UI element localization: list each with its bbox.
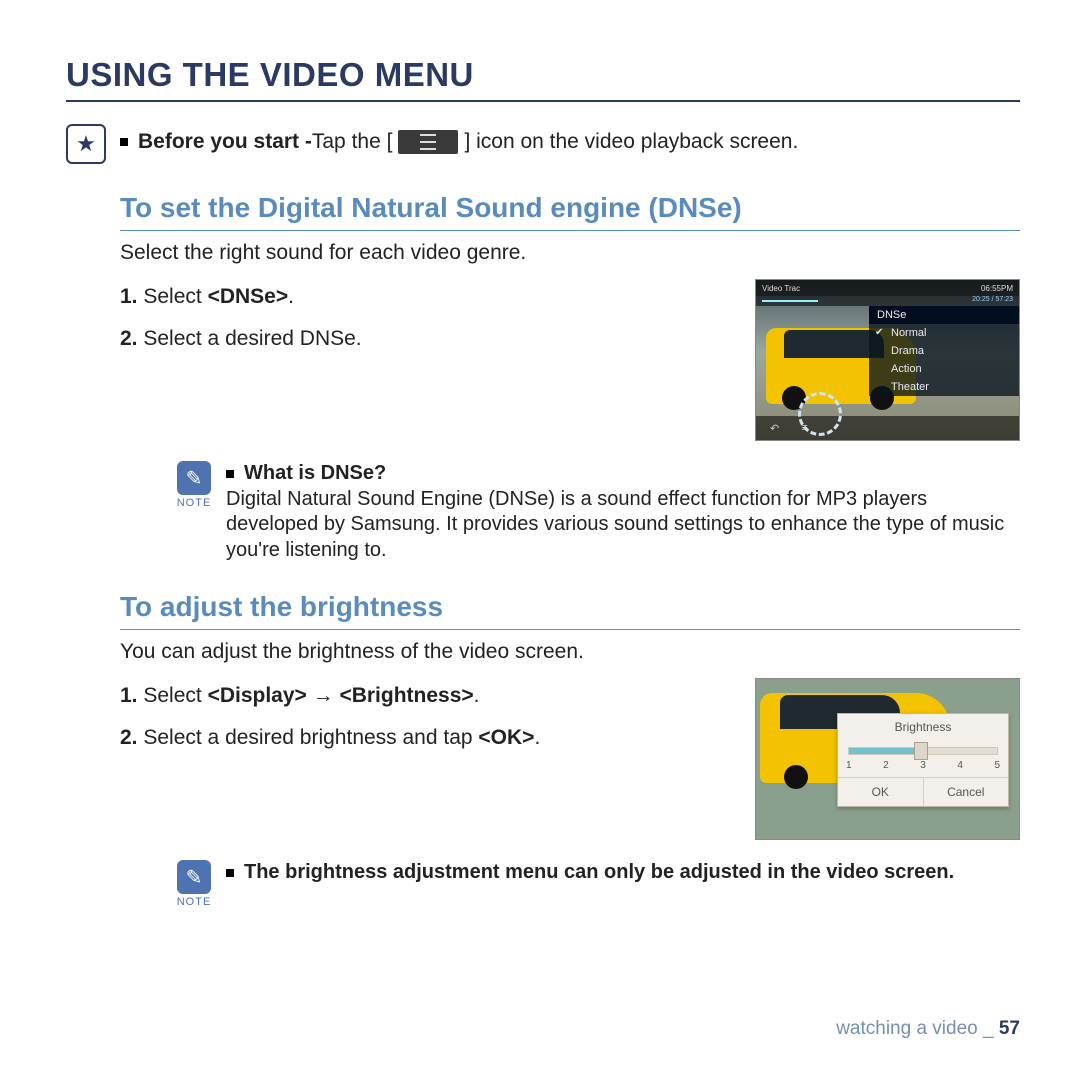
dnse-menu-header: DNSe	[869, 306, 1019, 324]
before-mid: Tap the [	[312, 124, 393, 160]
note-label: NOTE	[172, 497, 216, 509]
dnse-menu-item: Normal	[869, 324, 1019, 342]
brightness-slider	[848, 742, 998, 758]
dnse-step-1: 1. Select <DNSe>.	[120, 285, 735, 309]
back-icon: ↶	[770, 422, 779, 435]
brightness-step-1: 1. Select <Display> → <Brightness>.	[120, 684, 735, 708]
brightness-popup: Brightness 1 2 3 4 5 OK Cancel	[837, 713, 1009, 807]
brightness-note: The brightness adjustment menu can only …	[226, 860, 954, 886]
page-footer: watching a video _ 57	[836, 1018, 1020, 1040]
brightness-step-2: 2. Select a desired brightness and tap <…	[120, 726, 735, 750]
page-title: USING THE VIDEO MENU	[66, 56, 1020, 102]
menu-icon	[398, 130, 458, 154]
dnse-heading: To set the Digital Natural Sound engine …	[120, 192, 1020, 231]
dnse-menu-item: Theater	[869, 378, 1019, 396]
brightness-cancel-button: Cancel	[923, 778, 1009, 806]
before-prefix: Before you start -	[138, 124, 312, 160]
brightness-screenshot: Brightness 1 2 3 4 5 OK Cancel	[755, 678, 1020, 840]
brightness-intro: You can adjust the brightness of the vid…	[120, 640, 1020, 664]
shot1-topbar-right: 06:55PM	[981, 284, 1013, 293]
brightness-popup-title: Brightness	[838, 714, 1008, 738]
dnse-menu-item: Action	[869, 360, 1019, 378]
before-you-start: Before you start - Tap the [ ] icon on t…	[120, 124, 798, 160]
brightness-ok-button: OK	[838, 778, 923, 806]
dnse-menu-item: Drama	[869, 342, 1019, 360]
dnse-step-2: 2. Select a desired DNSe.	[120, 327, 735, 351]
shot1-topbar-left: Video Trac	[762, 284, 800, 293]
bullet-icon	[120, 138, 128, 146]
dnse-screenshot: Video Trac 06:55PM 20:25 / 57:23 DNSe No…	[755, 279, 1020, 441]
note-icon: ✎	[177, 860, 211, 894]
dnse-intro: Select the right sound for each video ge…	[120, 241, 1020, 265]
highlight-ring-icon	[798, 392, 842, 436]
note-icon: ✎	[177, 461, 211, 495]
note-label: NOTE	[172, 896, 216, 908]
shot1-progress-time: 20:25 / 57:23	[972, 296, 1013, 303]
dnse-menu-overlay: DNSe Normal Drama Action Theater	[869, 306, 1019, 396]
dnse-note: What is DNSe? Digital Natural Sound Engi…	[226, 461, 1020, 563]
brightness-heading: To adjust the brightness	[120, 591, 1020, 630]
star-icon: ★	[66, 124, 106, 164]
before-suffix: ] icon on the video playback screen.	[464, 124, 798, 160]
